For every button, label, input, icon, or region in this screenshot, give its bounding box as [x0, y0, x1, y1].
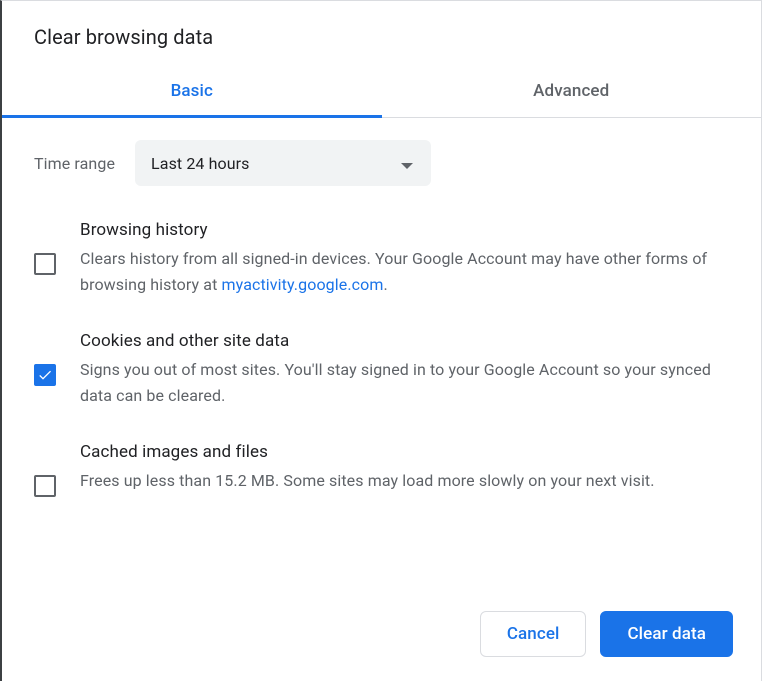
option-text: Cached images and files Frees up less th…: [80, 442, 655, 494]
option-cached-files: Cached images and files Frees up less th…: [34, 442, 729, 497]
tabs: Basic Advanced: [2, 67, 761, 118]
clear-browsing-data-dialog: Clear browsing data Basic Advanced Time …: [0, 0, 762, 681]
option-description: Frees up less than 15.2 MB. Some sites m…: [80, 468, 655, 494]
dropdown-arrow-icon: [401, 154, 413, 173]
options-list: Browsing history Clears history from all…: [34, 220, 729, 497]
tab-advanced[interactable]: Advanced: [382, 67, 762, 117]
checkbox-browsing-history[interactable]: [34, 253, 56, 275]
cancel-button[interactable]: Cancel: [480, 611, 587, 657]
option-description: Signs you out of most sites. You'll stay…: [80, 357, 729, 408]
option-desc-post: .: [383, 275, 387, 294]
dialog-title: Clear browsing data: [2, 1, 761, 67]
option-title: Cached images and files: [80, 442, 655, 462]
time-range-selected: Last 24 hours: [151, 154, 249, 173]
dialog-body: Time range Last 24 hours Browsing histor…: [2, 118, 761, 611]
time-range-dropdown[interactable]: Last 24 hours: [135, 140, 431, 186]
option-title: Cookies and other site data: [80, 331, 729, 351]
option-text: Browsing history Clears history from all…: [80, 220, 729, 297]
option-title: Browsing history: [80, 220, 729, 240]
myactivity-link[interactable]: myactivity.google.com: [222, 275, 384, 294]
option-browsing-history: Browsing history Clears history from all…: [34, 220, 729, 297]
tab-basic[interactable]: Basic: [2, 67, 382, 117]
time-range-row: Time range Last 24 hours: [34, 140, 729, 186]
dialog-footer: Cancel Clear data: [2, 611, 761, 681]
option-cookies: Cookies and other site data Signs you ou…: [34, 331, 729, 408]
clear-data-button[interactable]: Clear data: [600, 611, 733, 657]
option-desc-pre: Clears history from all signed-in device…: [80, 249, 707, 294]
checkbox-cookies[interactable]: [34, 364, 56, 386]
checkmark-icon: [37, 367, 53, 383]
time-range-label: Time range: [34, 154, 115, 173]
checkbox-cached-files[interactable]: [34, 475, 56, 497]
option-description: Clears history from all signed-in device…: [80, 246, 729, 297]
option-text: Cookies and other site data Signs you ou…: [80, 331, 729, 408]
